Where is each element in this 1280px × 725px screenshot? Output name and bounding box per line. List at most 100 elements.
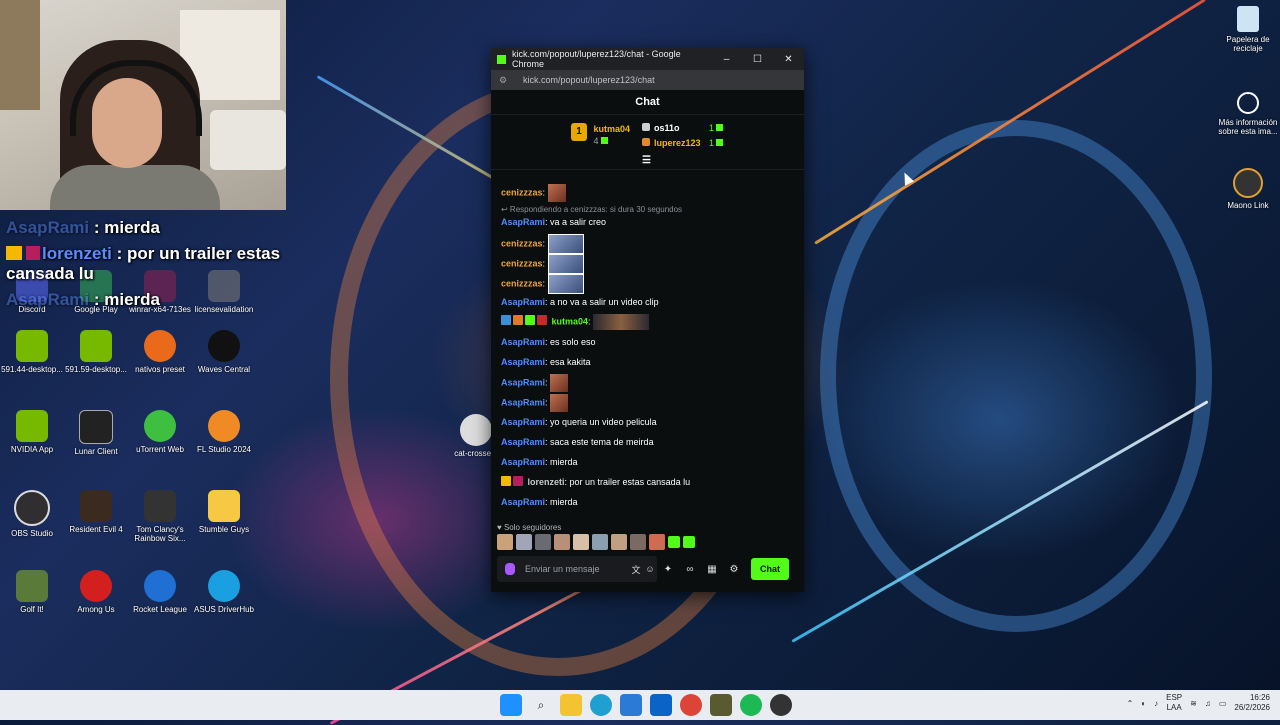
overlay-username: lorenzeti [42,244,112,263]
golf-it-icon[interactable]: Golf It! [0,570,64,614]
fl-studio-icon[interactable]: FL Studio 2024 [192,410,256,454]
address-bar[interactable]: ⚙ kick.com/popout/luperez123/chat [491,70,804,90]
obs-icon[interactable] [770,694,792,716]
chat-username[interactable]: cenizzzas [501,238,543,248]
overlay-username: AsapRami [6,290,90,309]
store-icon[interactable]: ▦ [701,564,723,575]
avatar[interactable] [516,534,532,550]
file-explorer-icon[interactable] [560,694,582,716]
store-icon[interactable] [620,694,642,716]
chrome-icon[interactable] [680,694,702,716]
obs-studio-icon[interactable]: OBS Studio [0,490,64,538]
maximize-button[interactable]: ☐ [742,54,773,65]
minecraft-icon[interactable] [710,694,732,716]
translate-icon[interactable]: 文 [629,563,643,576]
network-icon[interactable]: ◐ [1141,699,1146,708]
asus-driverhub-icon[interactable]: ASUS DriverHub [192,570,256,614]
badge-icon [525,315,535,326]
avatar[interactable] [554,534,570,550]
chat-messages: cenizzzas: ↩ Respondiendo a cenizzzas: s… [491,170,804,520]
leaderboard-first[interactable]: 1 kutma04 4 [571,123,630,147]
chat-username[interactable]: AsapRami [501,297,545,307]
more-info-image[interactable]: Más información sobre esta ima... [1213,92,1280,136]
waves-central-icon[interactable]: Waves Central [192,330,256,374]
chat-message: AsapRami: [501,374,569,392]
resident-evil-icon[interactable]: Resident Evil 4 [64,490,128,534]
utorrent-icon[interactable]: uTorrent Web [128,410,192,454]
chat-message: AsapRami: es solo eso [501,337,596,347]
wifi-icon[interactable]: ≋ [1190,699,1197,708]
recent-viewers [497,534,695,550]
stumble-guys-icon[interactable]: Stumble Guys [192,490,256,534]
emote [547,234,584,254]
nvidia-driver-icon[interactable]: 591.59-desktop... [64,330,128,374]
chevron-up-icon[interactable]: ⌃ [1127,699,1134,708]
gift-icon[interactable]: ✦ [657,564,679,575]
collapse-chevron-icon[interactable]: ☰ [642,155,651,166]
spotify-icon[interactable] [740,694,762,716]
mic-icon[interactable]: ♪ [1154,699,1158,708]
among-us-icon[interactable]: Among Us [64,570,128,614]
chat-message: AsapRami: mierda [501,457,578,467]
leaderboard-second[interactable]: os11o [642,123,680,133]
emoji-icon[interactable]: ☺ [643,564,657,574]
avatar[interactable] [535,534,551,550]
chat-username[interactable]: cenizzzas [501,278,543,288]
battery-icon[interactable]: ▭ [1219,699,1227,708]
avatar[interactable] [497,534,513,550]
chat-username[interactable]: AsapRami [501,337,545,347]
edge-icon[interactable] [590,694,612,716]
nvidia-driver-icon[interactable]: 591.44-desktop... [0,330,64,374]
chat-username[interactable]: kutma04 [552,316,589,326]
volume-icon[interactable]: ♫ [1205,699,1211,708]
message-input[interactable]: Enviar un mensaje 文 ☺ [497,556,657,582]
maono-link[interactable]: Maono Link [1213,168,1280,210]
chat-message: AsapRami: a no va a salir un video clip [501,297,659,307]
chat-username[interactable]: AsapRami [501,217,545,227]
close-button[interactable]: ✕ [773,54,804,65]
chat-username[interactable]: AsapRami [501,377,545,387]
avatar[interactable] [649,534,665,550]
avatar[interactable] [592,534,608,550]
chat-username[interactable]: AsapRami [501,417,545,427]
avatar[interactable] [611,534,627,550]
lunar-client-icon[interactable]: Lunar Client [64,410,128,456]
windows-start-icon[interactable] [500,694,522,716]
kick-icon[interactable] [668,536,680,548]
leader-username: kutma04 [593,124,631,134]
chat-message: AsapRami: va a salir creo [501,217,607,227]
nvidia-app-icon[interactable]: NVIDIA App [0,410,64,454]
followers-only-notice: ♥ Solo seguidores [497,523,562,532]
nativos-preset-icon[interactable]: nativos preset [128,330,192,374]
chat-username[interactable]: AsapRami [501,437,545,447]
chat-username[interactable]: AsapRami [501,457,545,467]
avatar[interactable] [573,534,589,550]
send-chat-button[interactable]: Chat [751,558,789,580]
settings-icon[interactable]: ⚙ [723,564,745,575]
chat-username[interactable]: AsapRami [501,397,545,407]
kick-icon[interactable] [683,536,695,548]
search-icon[interactable]: ⌕ [530,694,552,716]
emote [547,274,584,294]
mic-icon[interactable] [505,563,515,575]
chat-username[interactable]: cenizzzas [501,258,543,268]
chat-username[interactable]: cenizzzas [501,187,543,197]
rocket-league-icon[interactable]: Rocket League [128,570,192,614]
chat-username[interactable]: AsapRami [501,497,545,507]
wallpaper-ring-2 [820,120,1212,632]
site-info-icon[interactable]: ⚙ [499,75,509,86]
reply-context[interactable]: ↩ Respondiendo a cenizzzas: si dura 30 s… [501,204,682,216]
message-placeholder: Enviar un mensaje [525,564,600,574]
leaderboard-third[interactable]: luperez123 [642,138,701,148]
chat-username[interactable]: AsapRami [501,357,545,367]
infinity-icon[interactable]: ∞ [679,564,701,575]
clock[interactable]: 16:26 26/2/2026 [1234,693,1270,713]
webcam-feed [0,0,286,210]
minimize-button[interactable]: – [711,54,742,65]
rainbow-six-icon[interactable]: Tom Clancy's Rainbow Six... [128,490,192,543]
language-indicator[interactable]: ESP LAA [1166,693,1182,713]
recycle-bin[interactable]: Papelera de reciclaje [1213,6,1280,53]
chat-username[interactable]: lorenzeti [528,477,565,487]
outlook-icon[interactable] [650,694,672,716]
avatar[interactable] [630,534,646,550]
